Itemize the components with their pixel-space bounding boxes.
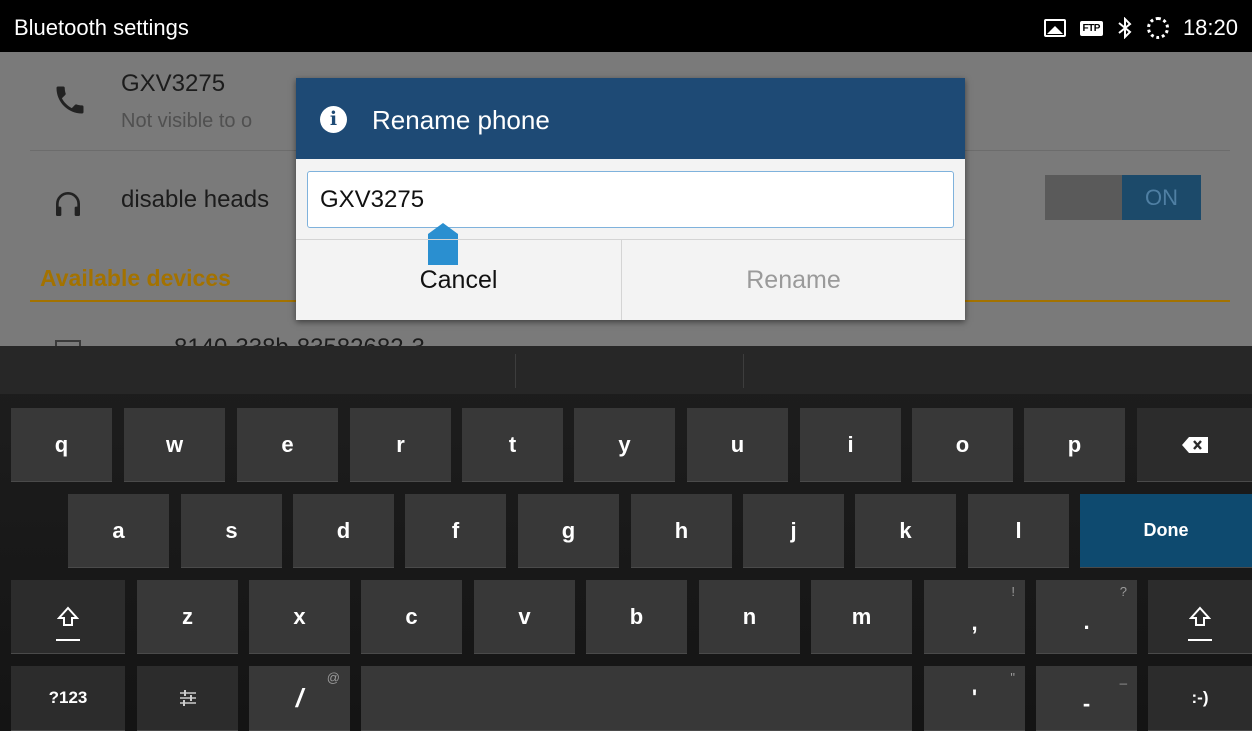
candidate-divider [743,354,744,388]
key-r[interactable]: r [350,408,451,482]
comma-label: , [971,609,978,635]
key-o[interactable]: o [912,408,1013,482]
space-key[interactable] [361,666,912,731]
phone-name-input[interactable] [307,171,954,228]
key-z[interactable]: z [137,580,238,654]
key-g[interactable]: g [518,494,619,568]
key-u[interactable]: u [687,408,788,482]
status-bar: FTP 18:20 [1043,14,1252,42]
settings-key[interactable] [137,666,238,731]
key-a[interactable]: a [68,494,169,568]
key-j[interactable]: j [743,494,844,568]
comma-hint: ! [1011,584,1015,599]
apostrophe-hint: " [1010,670,1015,685]
settings-sliders-icon [179,690,196,706]
period-hint: ? [1119,584,1127,599]
shift-key-left[interactable] [11,580,125,654]
available-device-name[interactable]: 8140-338b-83582682-3 [174,336,425,346]
shift-icon [1189,606,1211,626]
backspace-icon [1181,436,1208,453]
soft-keyboard: q w e r t y u i o p a s d f g h j k l Do… [0,346,1252,731]
candidate-bar [0,346,1252,394]
key-period[interactable]: . ? [1036,580,1137,654]
key-t[interactable]: t [462,408,563,482]
ftp-icon: FTP [1079,20,1103,36]
key-l[interactable]: l [968,494,1069,568]
key-m[interactable]: m [811,580,912,654]
dash-label: - [1082,691,1091,716]
key-w[interactable]: w [124,408,225,482]
slash-label: / [295,682,304,713]
candidate-divider [515,354,516,388]
key-k[interactable]: k [855,494,956,568]
key-b[interactable]: b [586,580,687,654]
slash-hint: @ [326,670,340,685]
period-label: . [1083,608,1090,634]
done-key[interactable]: Done [1080,494,1252,568]
apostrophe-label: ' [971,685,978,710]
headset-label: disable heads [121,186,270,213]
key-v[interactable]: v [474,580,575,654]
key-n[interactable]: n [699,580,800,654]
key-e[interactable]: e [237,408,338,482]
shift-indicator [1188,639,1212,641]
shift-icon [57,606,79,626]
symbols-key[interactable]: ?123 [11,666,125,731]
dialog-title: Rename phone [372,105,550,135]
headset-toggle[interactable]: ON [1045,175,1201,220]
title-bar: Bluetooth settings FTP 18:20 [0,0,1252,52]
phone-icon [56,86,84,114]
info-icon: i [320,106,347,133]
rename-phone-dialog: i Rename phone Cancel Rename [296,78,965,320]
key-i[interactable]: i [800,408,901,482]
key-dash[interactable]: - _ [1036,666,1137,731]
device-name[interactable]: GXV3275 [121,70,225,98]
headset-icon [56,192,80,216]
key-d[interactable]: d [293,494,394,568]
key-s[interactable]: s [181,494,282,568]
key-p[interactable]: p [1024,408,1125,482]
clock: 18:20 [1182,15,1238,40]
backspace-key[interactable] [1137,408,1252,482]
available-devices-header: Available devices [40,265,231,291]
bluetooth-icon [1118,17,1132,39]
dialog-header: i Rename phone [296,78,965,159]
sync-icon [1146,17,1169,39]
key-slash[interactable]: / @ [249,666,350,731]
key-c[interactable]: c [361,580,462,654]
page-title: Bluetooth settings [14,15,189,40]
key-q[interactable]: q [11,408,112,482]
dash-hint: _ [1119,670,1127,685]
rename-button[interactable]: Rename [622,240,965,320]
smiley-key[interactable]: :-) [1148,666,1252,731]
key-y[interactable]: y [574,408,675,482]
key-x[interactable]: x [249,580,350,654]
toggle-on-label: ON [1122,175,1201,220]
cancel-button[interactable]: Cancel [296,240,621,320]
shift-indicator [56,639,80,641]
key-h[interactable]: h [631,494,732,568]
shift-key-right[interactable] [1148,580,1252,654]
key-f[interactable]: f [405,494,506,568]
key-apostrophe[interactable]: ' " [924,666,1025,731]
key-comma[interactable]: , ! [924,580,1025,654]
picture-icon [1043,19,1066,37]
device-visibility: Not visible to o [121,110,253,132]
